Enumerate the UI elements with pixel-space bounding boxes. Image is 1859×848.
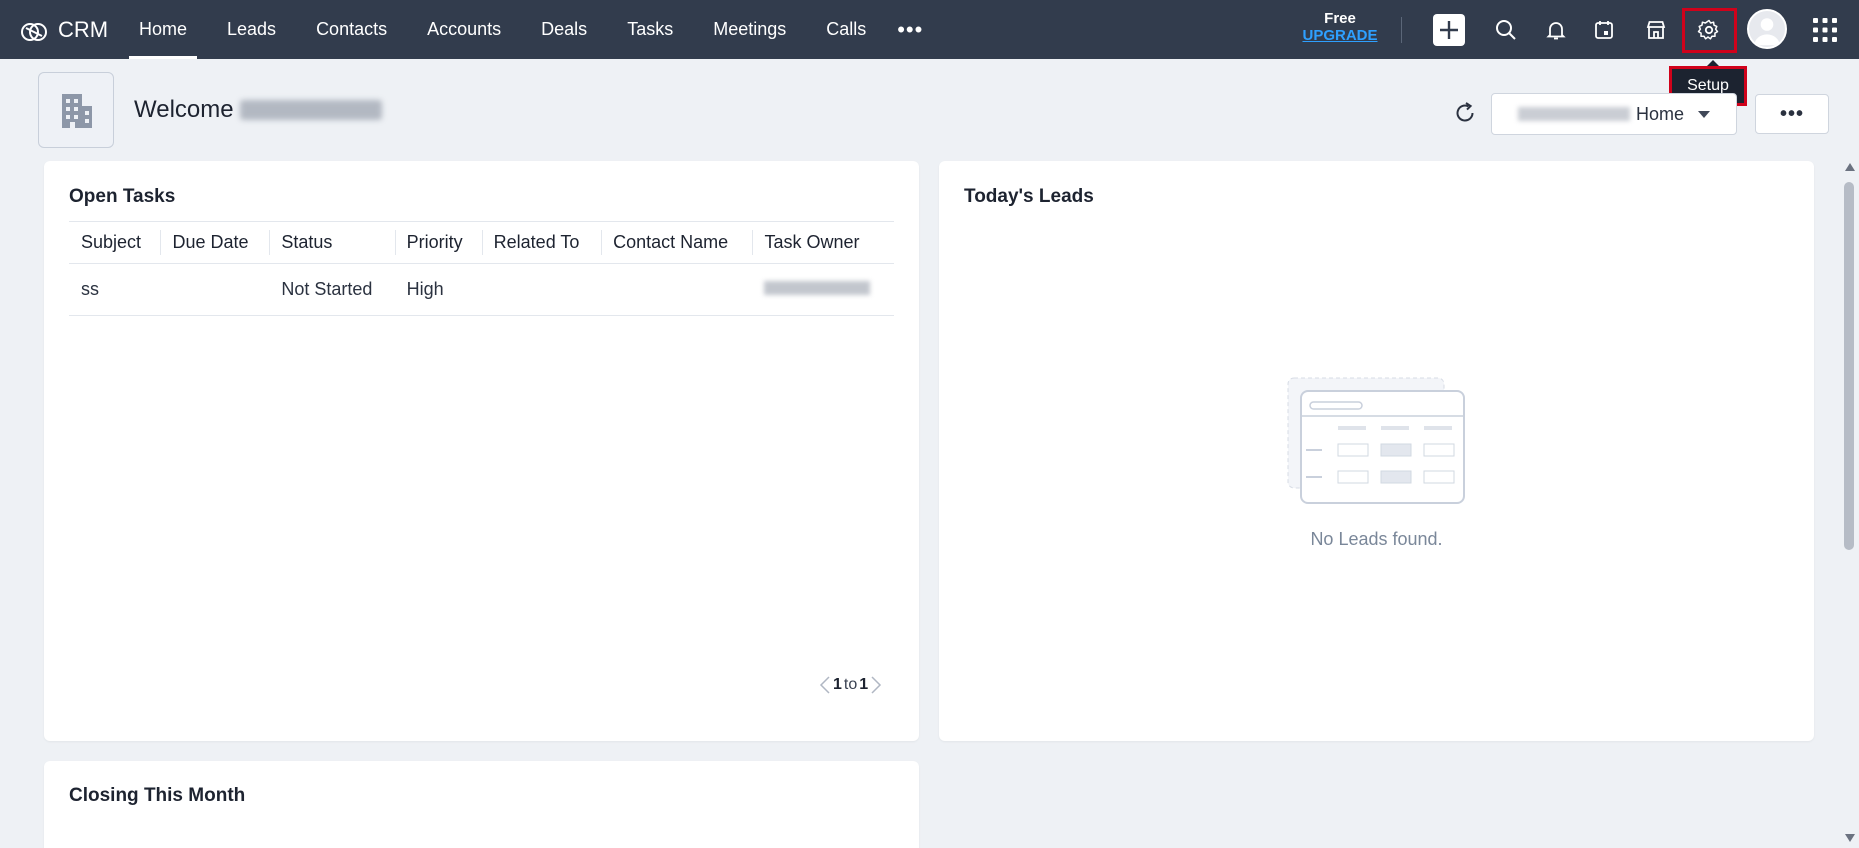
app-name: CRM <box>58 17 109 42</box>
task-contact-name <box>601 263 753 316</box>
home-view-select[interactable]: Home <box>1491 93 1737 135</box>
empty-table-illustration <box>1287 377 1465 504</box>
nav-calls[interactable]: Calls <box>806 0 886 59</box>
scroll-up-arrow[interactable] <box>1845 163 1855 171</box>
building-icon <box>62 94 92 128</box>
open-tasks-title: Open Tasks <box>69 186 176 207</box>
todays-leads-card: Today's Leads No Leads found. <box>939 161 1814 741</box>
task-owner <box>752 263 894 316</box>
todays-leads-title: Today's Leads <box>964 186 1094 207</box>
redacted-owner-name <box>1518 107 1630 121</box>
empty-state-message: No Leads found. <box>1310 529 1443 549</box>
company-logo[interactable] <box>38 72 114 148</box>
chevron-right-icon[interactable] <box>868 674 884 696</box>
column-related-to[interactable]: Related To <box>481 221 602 264</box>
task-status: Not Started <box>269 263 395 316</box>
nav-contacts[interactable]: Contacts <box>296 0 407 59</box>
avatar[interactable] <box>1747 9 1787 49</box>
task-due-date <box>160 263 270 316</box>
nav-more-button[interactable]: ••• <box>886 0 934 59</box>
home-view-label: Home <box>1636 103 1685 124</box>
plan-info: Free UPGRADE <box>1298 10 1382 45</box>
closing-this-month-title: Closing This Month <box>69 785 246 806</box>
nav-deals[interactable]: Deals <box>521 0 607 59</box>
chevron-down-icon <box>1698 111 1710 118</box>
nav-tasks[interactable]: Tasks <box>607 0 693 59</box>
task-subject-link[interactable]: ss <box>69 263 161 316</box>
add-icon <box>1440 21 1458 39</box>
crm-logo-icon <box>21 23 47 41</box>
nav-leads[interactable]: Leads <box>207 0 296 59</box>
scroll-down-arrow[interactable] <box>1845 834 1855 842</box>
search-icon <box>1496 20 1516 40</box>
apps-grid-icon[interactable] <box>1812 17 1838 43</box>
column-task-owner[interactable]: Task Owner <box>752 221 894 264</box>
column-status[interactable]: Status <box>269 221 395 264</box>
task-priority: High <box>394 263 482 316</box>
refresh-icon[interactable] <box>1452 100 1478 126</box>
table-row[interactable]: ss Not Started High <box>69 263 894 316</box>
setup-highlight-box <box>1682 8 1737 53</box>
nav-home[interactable]: Home <box>119 0 207 59</box>
redacted-user-name <box>239 100 382 120</box>
chevron-left-icon[interactable] <box>817 674 833 696</box>
column-due-date[interactable]: Due Date <box>160 221 270 264</box>
pagination-sep: to <box>843 676 858 693</box>
redacted-task-owner <box>764 281 871 295</box>
upgrade-link[interactable]: UPGRADE <box>1298 27 1382 45</box>
welcome-heading: Welcome <box>134 96 382 124</box>
top-nav-bar: CRM Home Leads Contacts Accounts Deals T… <box>0 0 1859 59</box>
pagination-to: 1 <box>859 676 869 693</box>
task-related-to <box>481 263 602 316</box>
calendar-button[interactable] <box>1584 10 1624 50</box>
more-options-button[interactable]: ••• <box>1755 94 1829 134</box>
add-button[interactable] <box>1433 14 1465 46</box>
marketplace-button[interactable] <box>1636 10 1676 50</box>
notifications-button[interactable] <box>1536 10 1576 50</box>
open-tasks-table: Subject Due Date Status Priority Related… <box>69 221 894 316</box>
closing-this-month-card: Closing This Month <box>44 761 919 848</box>
page-scrollbar[interactable] <box>1841 154 1859 848</box>
search-button[interactable] <box>1486 10 1526 50</box>
main-nav: Home Leads Contacts Accounts Deals Tasks… <box>119 0 934 59</box>
plan-label: Free <box>1324 10 1356 27</box>
open-tasks-card: Open Tasks Subject Due Date Status Prior… <box>44 161 919 741</box>
user-icon <box>1754 18 1780 46</box>
nav-meetings[interactable]: Meetings <box>693 0 806 59</box>
column-priority[interactable]: Priority <box>394 221 482 264</box>
column-contact-name[interactable]: Contact Name <box>601 221 753 264</box>
calendar-icon <box>1595 21 1613 39</box>
bell-icon <box>1546 22 1566 40</box>
pagination: 1 to 1 <box>817 674 884 696</box>
scrollbar-thumb[interactable] <box>1844 182 1854 550</box>
table-header-row: Subject Due Date Status Priority Related… <box>69 221 894 264</box>
column-subject[interactable]: Subject <box>69 221 161 264</box>
nav-accounts[interactable]: Accounts <box>407 0 521 59</box>
brand[interactable]: CRM <box>18 14 108 46</box>
welcome-label: Welcome <box>134 96 234 123</box>
pagination-from: 1 <box>833 676 842 693</box>
topbar-divider <box>1401 17 1402 43</box>
marketplace-icon <box>1646 21 1666 39</box>
